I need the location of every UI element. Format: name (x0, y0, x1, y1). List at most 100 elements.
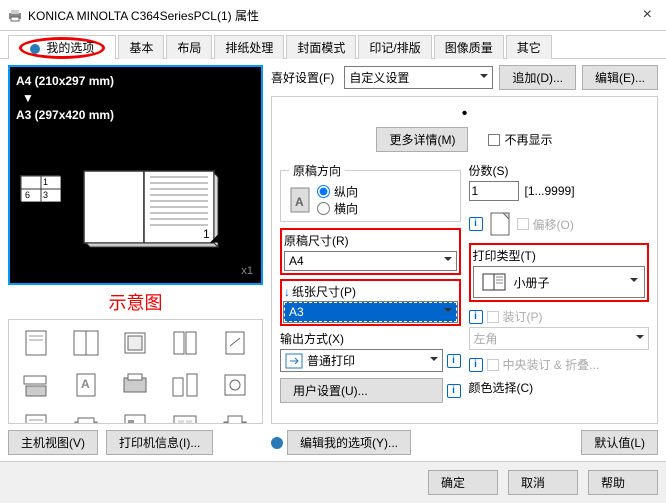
output-select[interactable]: 普通打印 (280, 349, 443, 372)
radio-input[interactable] (317, 202, 330, 215)
preview-count: x1 (241, 265, 253, 277)
tab-basic[interactable]: 基本 (118, 35, 164, 59)
info-icon[interactable]: i (469, 310, 483, 324)
tab-layout[interactable]: 布局 (166, 35, 212, 59)
settings-panel: • 更多详情(M) 不再显示 原稿方向 A 纵向 (271, 96, 658, 424)
dialog-buttons: 确定 取消 帮助 (0, 461, 666, 503)
checkbox-box (487, 359, 499, 371)
arrow-down-icon: ▼ (22, 90, 255, 107)
print-type-label: 打印类型(T) (473, 247, 646, 264)
user-settings-button[interactable]: 用户设置(U)... (280, 378, 443, 403)
color-label: 颜色选择(C) (469, 379, 650, 396)
content: A4 (210x297 mm) ▼ A3 (297x420 mm) 1 6 3 … (0, 58, 666, 461)
fold-checkbox: 中央装订 & 折叠... (487, 356, 600, 373)
info-icon[interactable]: i (469, 358, 483, 372)
checkbox-box (517, 218, 529, 230)
thumb-item[interactable] (63, 324, 109, 362)
info-icon[interactable]: i (469, 217, 483, 231)
preview-thumb: 1 6 3 (20, 175, 60, 201)
highlight-print-type: 打印类型(T) 小册子 (469, 243, 650, 302)
tab-highlight-circle: 我的选项 (19, 37, 105, 59)
edit-button[interactable]: 编辑(E)... (582, 65, 658, 90)
noshow-checkbox[interactable]: 不再显示 (488, 131, 552, 148)
tab-paper[interactable]: 排纸处理 (214, 35, 284, 59)
preview-thumb-3: 3 (43, 190, 48, 200)
preview-thumb-1: 1 (43, 177, 48, 187)
preview-size-from: A4 (210x297 mm) (16, 73, 255, 90)
printer-info-button[interactable]: 打印机信息(I)... (106, 430, 213, 455)
tabstrip: 我的选项 基本 布局 排纸处理 封面模式 印记/排版 图像质量 其它 (0, 31, 666, 59)
tab-cover[interactable]: 封面模式 (286, 35, 356, 59)
thumb-item[interactable] (162, 366, 208, 404)
preview-size-to: A3 (297x420 mm) (16, 107, 255, 124)
info-icon[interactable]: i (447, 354, 461, 368)
preview-pane: A4 (210x297 mm) ▼ A3 (297x420 mm) 1 6 3 … (8, 65, 263, 285)
ok-button[interactable]: 确定 (428, 470, 498, 495)
orig-size-select[interactable]: A4 (284, 251, 457, 271)
offset-checkbox: 偏移(O) (517, 216, 574, 233)
paper-size-label: ↓纸张尺寸(P) (284, 283, 457, 300)
output-icon (285, 353, 303, 369)
offset-label: 偏移(O) (533, 216, 574, 233)
thumb-item[interactable] (13, 408, 59, 424)
titlebar: KONICA MINOLTA C364SeriesPCL(1) 属性 × (0, 0, 666, 31)
svg-text:A: A (81, 377, 90, 391)
window-title: KONICA MINOLTA C364SeriesPCL(1) 属性 (28, 7, 637, 24)
thumb-item[interactable] (113, 366, 159, 404)
checkbox-box (487, 311, 499, 323)
favorites-row: 喜好设置(F) 自定义设置 追加(D)... 编辑(E)... (271, 65, 658, 90)
thumb-item[interactable] (212, 366, 258, 404)
tab-quality[interactable]: 图像质量 (434, 35, 504, 59)
host-view-button[interactable]: 主机视图(V) (8, 430, 98, 455)
arrow-down-blue-icon: ↓ (284, 285, 290, 299)
noshow-label: 不再显示 (504, 131, 552, 148)
more-details-button[interactable]: 更多详情(M) (376, 127, 468, 152)
tab-other[interactable]: 其它 (506, 35, 552, 59)
binding-checkbox: 装订(P) (487, 308, 543, 325)
printer-icon (8, 8, 22, 22)
print-type-select[interactable]: 小册子 (473, 266, 646, 298)
preview-sizes: A4 (210x297 mm) ▼ A3 (297x420 mm) (16, 73, 255, 123)
svg-text:1: 1 (203, 227, 210, 241)
thumb-item[interactable] (13, 366, 59, 404)
favorites-label: 喜好设置(F) (271, 69, 334, 86)
copies-range: [1...9999] (525, 184, 575, 198)
thumb-item[interactable] (162, 324, 208, 362)
preview-thumb-6: 6 (25, 190, 30, 200)
user-icon (30, 44, 40, 54)
thumb-item[interactable] (113, 408, 159, 424)
thumb-item[interactable] (13, 324, 59, 362)
svg-text:A: A (295, 195, 304, 209)
info-icon[interactable]: i (447, 384, 461, 398)
portrait-radio[interactable]: 纵向 (317, 183, 358, 200)
tab-stamp[interactable]: 印记/排版 (358, 35, 431, 59)
cancel-button[interactable]: 取消 (508, 470, 578, 495)
copies-input[interactable] (469, 181, 519, 201)
thumb-item[interactable] (212, 324, 258, 362)
edit-my-options-button[interactable]: 编辑我的选项(Y)... (287, 430, 411, 455)
right-column: 喜好设置(F) 自定义设置 追加(D)... 编辑(E)... • 更多详情(M… (271, 65, 658, 455)
tab-my-options[interactable]: 我的选项 (8, 35, 116, 59)
radio-input[interactable] (317, 185, 330, 198)
thumb-item[interactable] (63, 408, 109, 424)
add-button[interactable]: 追加(D)... (499, 65, 576, 90)
page-icon (489, 211, 511, 237)
left-column: A4 (210x297 mm) ▼ A3 (297x420 mm) 1 6 3 … (8, 65, 263, 455)
close-icon[interactable]: × (637, 6, 658, 24)
help-button[interactable]: 帮助 (588, 470, 658, 495)
thumb-item[interactable] (162, 408, 208, 424)
thumb-item[interactable]: A (63, 366, 109, 404)
paper-size-select[interactable]: A3 (284, 302, 457, 322)
landscape-radio[interactable]: 横向 (317, 200, 358, 217)
svg-text:◢: ◢ (210, 230, 220, 244)
highlight-orig-size: 原稿尺寸(R) A4 (280, 228, 461, 275)
bullet-icon: • (462, 105, 468, 123)
favorites-select[interactable]: 自定义设置 (344, 66, 493, 89)
booklet-icon (482, 273, 506, 291)
orientation-fieldset: 原稿方向 A 纵向 横向 (280, 162, 461, 222)
feature-thumb-grid[interactable]: A (8, 319, 263, 424)
thumb-item[interactable] (212, 408, 258, 424)
default-button[interactable]: 默认值(L) (581, 430, 658, 455)
thumb-item[interactable] (113, 324, 159, 362)
panel-footer: 编辑我的选项(Y)... 默认值(L) (271, 430, 658, 455)
